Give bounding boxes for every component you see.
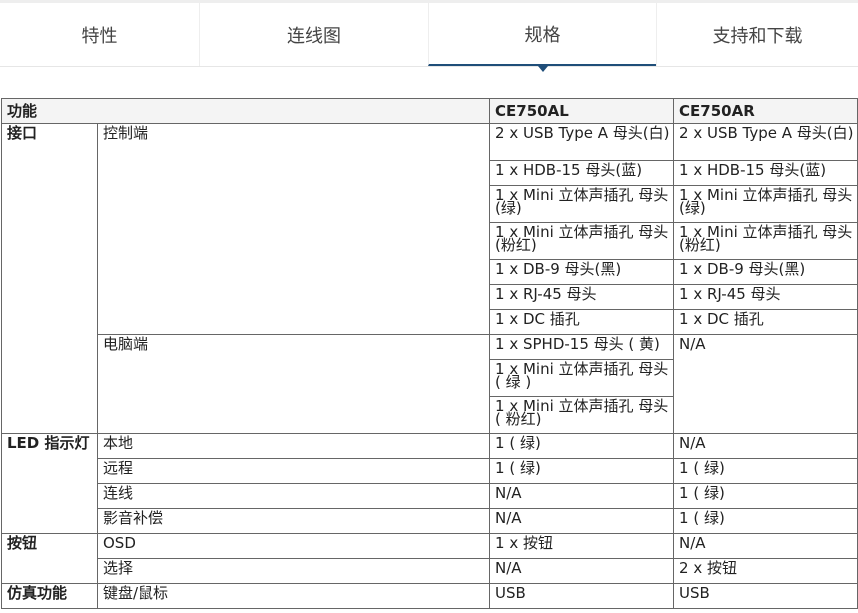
- category-buttons: 按钮: [1, 533, 98, 584]
- table-row: 接口 控制端 2 x USB Type A 母头(白) 2 x USB Type…: [1, 123, 858, 434]
- cell-a: 1 x DC 插孔: [489, 309, 675, 335]
- row-name: 远程: [96, 458, 491, 484]
- cell-a: 1 x Mini 立体声插孔 母头(绿): [489, 185, 675, 223]
- row-name: 影音补偿: [96, 508, 491, 534]
- cell-b: N/A: [673, 334, 858, 434]
- category-emulation: 仿真功能: [1, 583, 98, 609]
- cell-a: 1 x DB-9 母头(黑): [489, 259, 675, 285]
- cell-b: 2 x 按钮: [673, 558, 858, 584]
- table-row: LED 指示灯 本地 1 ( 绿) N/A: [1, 433, 858, 534]
- row-name: 本地: [96, 433, 491, 459]
- category-led: LED 指示灯: [1, 433, 98, 534]
- cell-a: 1 ( 绿): [489, 433, 675, 459]
- header-function: 功能: [0, 98, 491, 124]
- cell-b: 1 x DC 插孔: [673, 309, 858, 335]
- cell-a: 1 ( 绿): [489, 458, 675, 484]
- cell-a: USB: [489, 583, 675, 609]
- cell-a: 1 x RJ-45 母头: [489, 284, 675, 310]
- table-row: 选择 N/A 2 x 按钮: [2, 558, 858, 584]
- table-row: 按钮 OSD 1 x 按钮 N/A: [1, 533, 858, 584]
- active-tab-arrow-icon: [537, 66, 548, 72]
- row-name: OSD: [96, 533, 491, 559]
- table-row: 仿真功能 键盘/鼠标 USB USB: [1, 583, 858, 609]
- cell-a: 1 x Mini 立体声插孔 母头(粉红): [489, 222, 675, 260]
- table-row: 远程 1 ( 绿) 1 ( 绿): [2, 458, 858, 484]
- cell-b: N/A: [673, 433, 858, 459]
- cell-b: 1 x Mini 立体声插孔 母头(绿): [673, 185, 858, 223]
- cell-a: 1 x 按钮: [489, 533, 675, 559]
- row-name: 选择: [96, 558, 491, 584]
- table-row: 连线 N/A 1 ( 绿): [2, 483, 858, 509]
- cell-b: 1 x HDB-15 母头(蓝): [673, 160, 858, 186]
- cell-a: N/A: [489, 558, 675, 584]
- row-name: 连线: [96, 483, 491, 509]
- spec-table: 功能 CE750AL CE750AR 接口 控制端 2 x USB Type A…: [0, 98, 858, 609]
- tab-specs[interactable]: 规格: [428, 3, 656, 72]
- cell-a: 1 x Mini 立体声插孔 母头 ( 绿 ): [489, 359, 675, 397]
- cell-b: N/A: [673, 533, 858, 559]
- tab-support-download[interactable]: 支持和下载: [656, 3, 858, 66]
- cell-a: 1 x Mini 立体声插孔 母头 ( 粉红): [489, 396, 675, 434]
- header-model-a: CE750AL: [489, 98, 675, 124]
- cell-a: N/A: [489, 483, 675, 509]
- tab-bar: 特性 连线图 规格 支持和下载: [0, 3, 858, 72]
- cell-a: 2 x USB Type A 母头(白): [489, 123, 675, 161]
- cell-b: 1 x Mini 立体声插孔 母头(粉红): [673, 222, 858, 260]
- tab-label: 规格: [524, 24, 561, 46]
- category-interface: 接口: [1, 123, 98, 434]
- table-row: 电脑端 1 x SPHD-15 母头 ( 黄) N/A: [2, 334, 858, 434]
- tab-features[interactable]: 特性: [0, 3, 199, 66]
- tab-wiring[interactable]: 连线图: [199, 3, 428, 66]
- cell-a: 1 x SPHD-15 母头 ( 黄): [489, 334, 675, 360]
- table-row: 影音补偿 N/A 1 ( 绿): [2, 508, 858, 534]
- subcategory-console: 控制端: [96, 123, 491, 335]
- cell-b: 2 x USB Type A 母头(白): [673, 123, 858, 161]
- cell-b: USB: [673, 583, 858, 609]
- cell-b: 1 ( 绿): [673, 458, 858, 484]
- tab-label: 连线图: [287, 25, 341, 47]
- header-model-b: CE750AR: [673, 98, 858, 124]
- subcategory-computer: 电脑端: [96, 334, 491, 434]
- cell-b: 1 ( 绿): [673, 483, 858, 509]
- tab-label: 特性: [81, 25, 118, 47]
- table-header-row: 功能 CE750AL CE750AR: [0, 98, 858, 124]
- tab-label: 支持和下载: [712, 25, 803, 47]
- cell-a: 1 x HDB-15 母头(蓝): [489, 160, 675, 186]
- row-name: 键盘/鼠标: [96, 583, 491, 609]
- cell-a: N/A: [489, 508, 675, 534]
- cell-b: 1 ( 绿): [673, 508, 858, 534]
- cell-b: 1 x DB-9 母头(黑): [673, 259, 858, 285]
- cell-b: 1 x RJ-45 母头: [673, 284, 858, 310]
